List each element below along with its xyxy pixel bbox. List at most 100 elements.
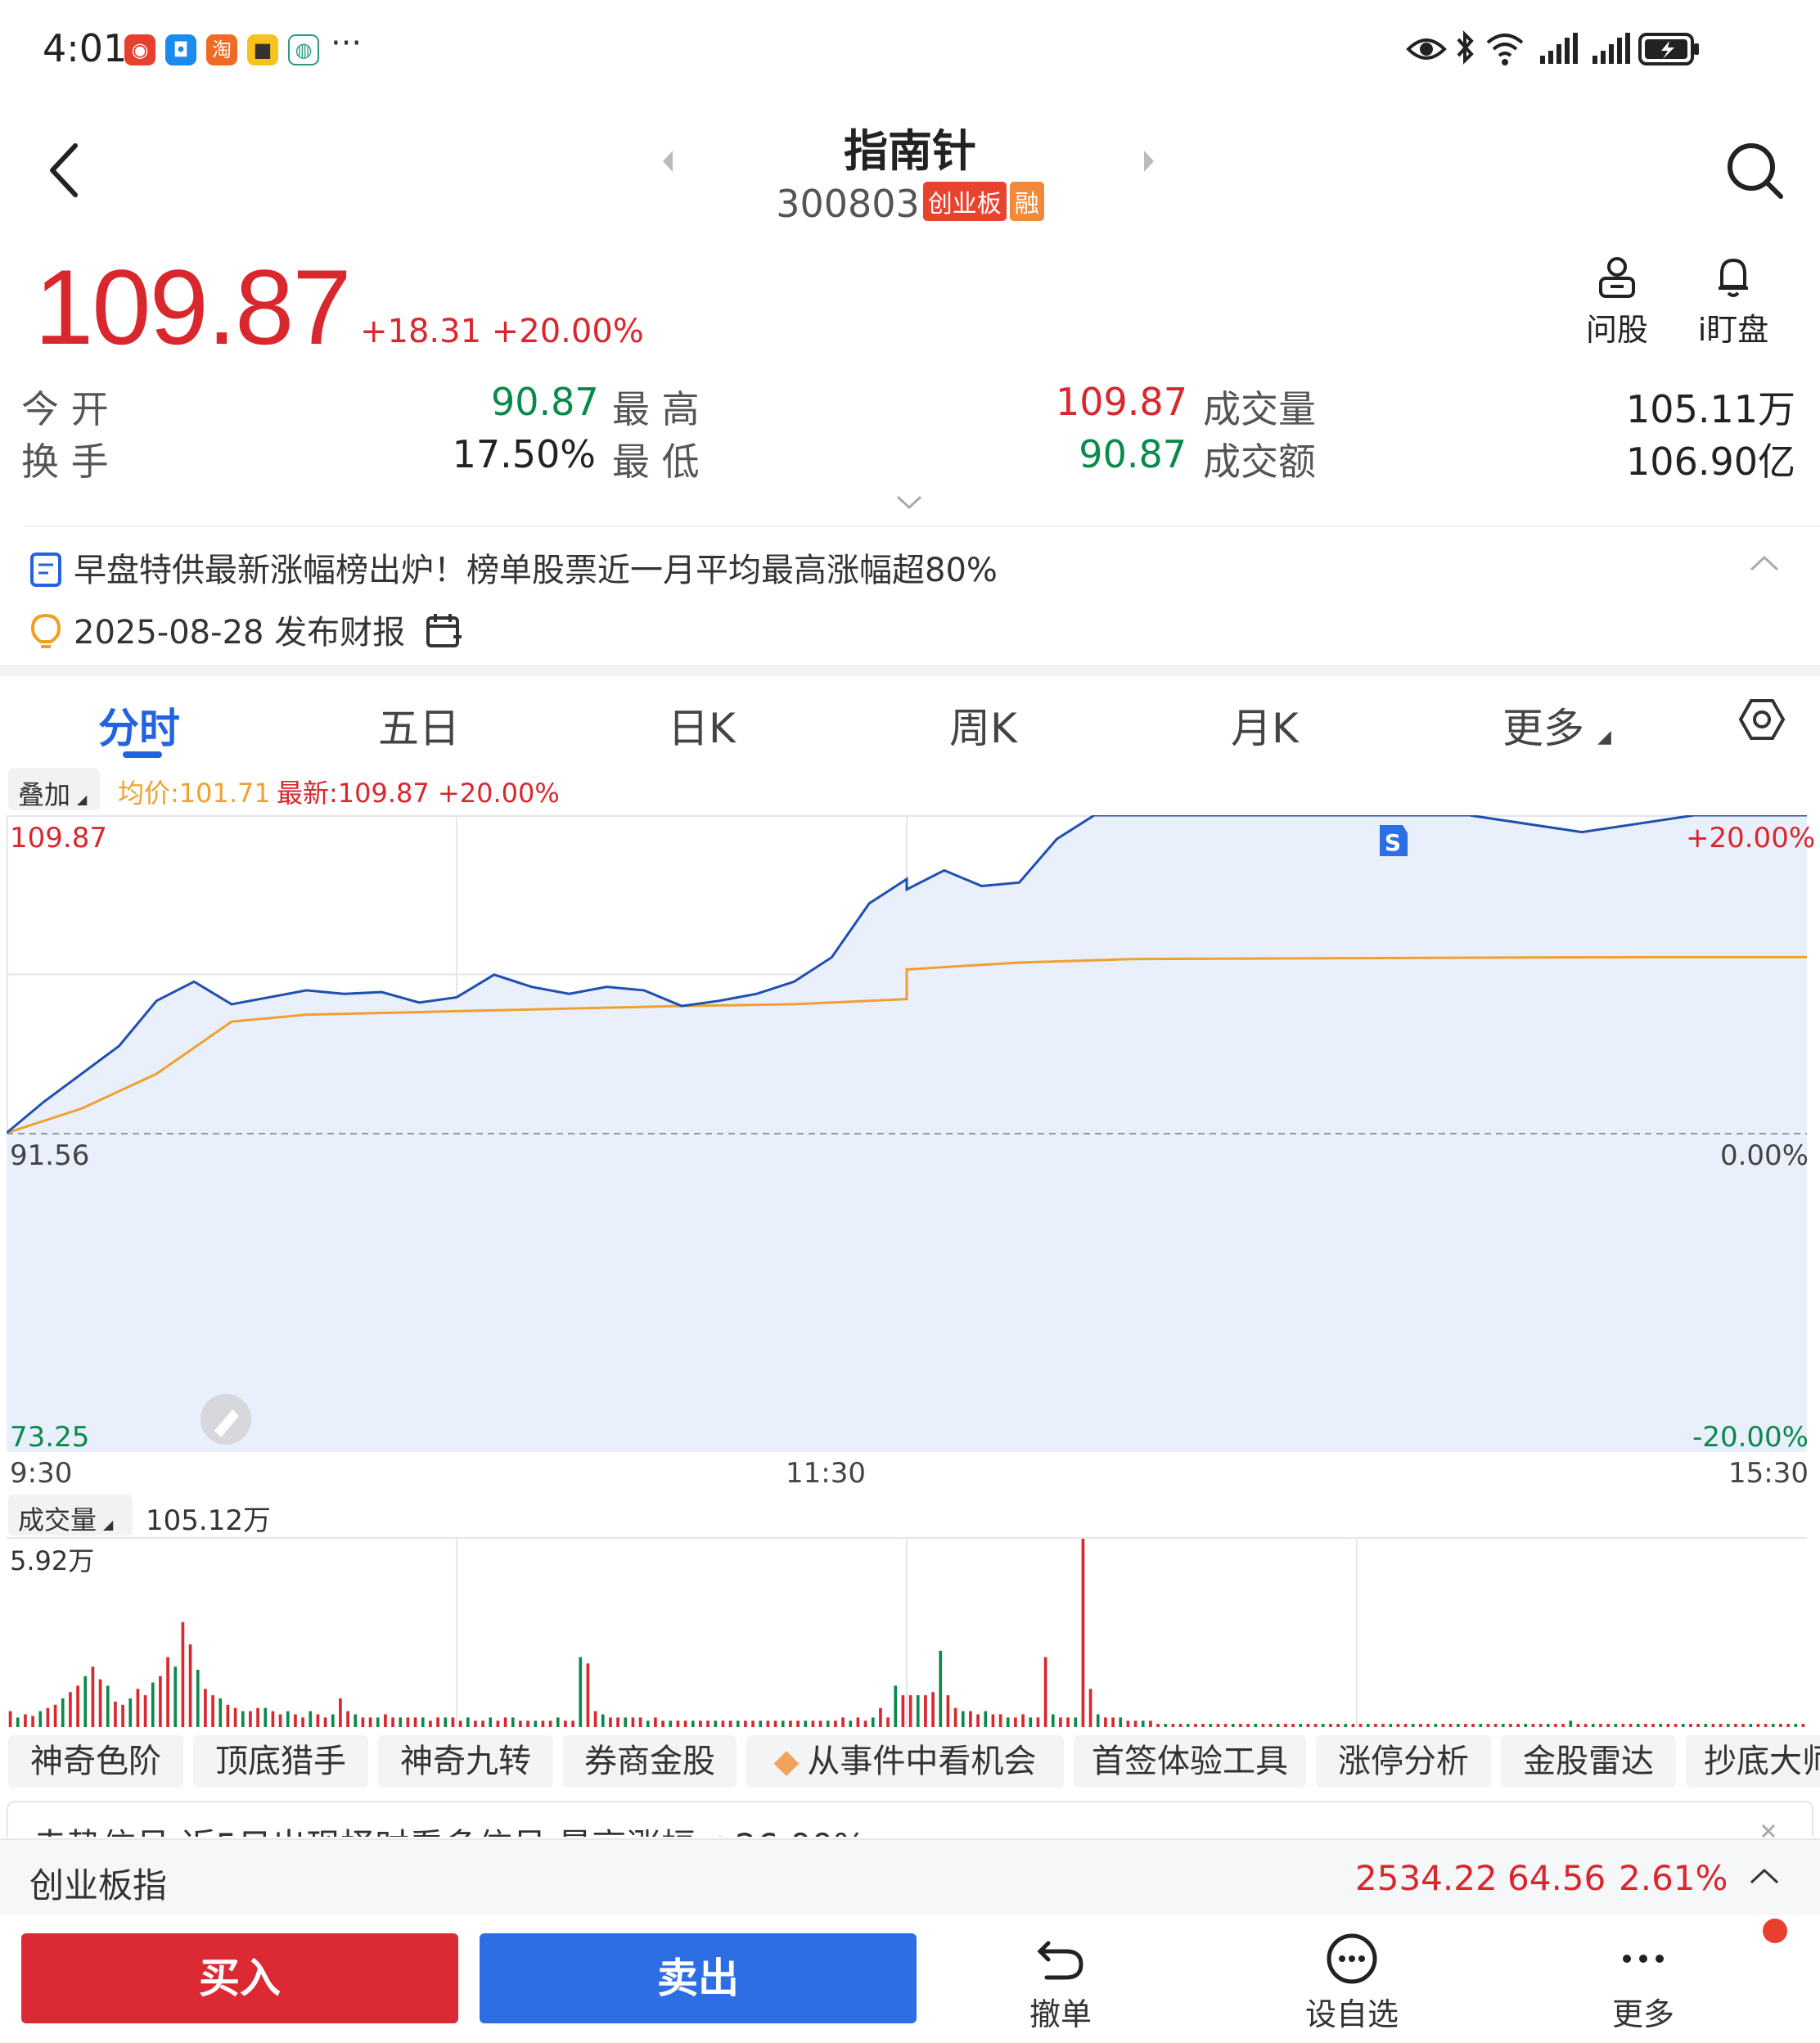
next-stock-arrow[interactable]	[1141, 149, 1157, 174]
volume-bar	[106, 1685, 110, 1727]
volume-bar	[256, 1707, 259, 1727]
more-actions-button[interactable]: 更多	[1578, 1932, 1709, 2034]
volume-bar	[1756, 1724, 1760, 1727]
search-icon[interactable]	[1722, 138, 1787, 203]
add-watchlist-button[interactable]: 设自选	[1286, 1932, 1417, 2034]
volume-bar	[264, 1707, 268, 1727]
volume-bar	[511, 1717, 515, 1727]
volume-bar	[1164, 1724, 1168, 1727]
volume-bar	[1119, 1717, 1123, 1727]
volume-bar	[1448, 1724, 1453, 1727]
draw-tool-icon[interactable]	[200, 1394, 251, 1445]
tool-gold-radar[interactable]: 金股雷达	[1501, 1735, 1676, 1788]
volume-bar	[1389, 1724, 1393, 1727]
volume-bar	[1329, 1724, 1332, 1727]
tool-broker-gold[interactable]: 券商金股	[563, 1735, 737, 1788]
volume-bar	[953, 1707, 957, 1727]
volume-bar	[83, 1675, 88, 1727]
volume-bar	[1074, 1717, 1078, 1727]
volume-bar	[998, 1714, 1002, 1727]
tab-daily-k[interactable]: 日K	[668, 696, 736, 755]
volume-bar	[98, 1679, 102, 1727]
volume-bar	[1239, 1724, 1242, 1727]
cancel-order-button[interactable]: 撤单	[995, 1932, 1126, 2034]
tab-weekly-k[interactable]: 周K	[949, 696, 1017, 755]
volume-bar	[1276, 1724, 1280, 1727]
tool-limit-up-analysis[interactable]: 涨停分析	[1316, 1735, 1491, 1788]
expand-index-chevron-icon[interactable]	[1748, 1866, 1781, 1886]
volume-bar	[579, 1657, 583, 1727]
trend-signal-banner[interactable]: 走势信号 近5日出现择时看多信号 最高涨幅 +26.00%	[7, 1801, 1813, 1837]
volume-bar	[1231, 1724, 1235, 1727]
tool-event-opportunity[interactable]: ◆ 从事件中看机会	[746, 1735, 1064, 1788]
volume-bar	[856, 1717, 860, 1727]
tab-five-day[interactable]: 五日	[378, 696, 460, 755]
volume-bar	[1801, 1724, 1805, 1727]
volume-bar	[16, 1717, 20, 1727]
tab-monthly-k[interactable]: 月K	[1231, 696, 1299, 755]
volume-bar	[1254, 1724, 1258, 1727]
volume-bar	[233, 1707, 237, 1727]
volume-bar	[1434, 1724, 1438, 1727]
volume-bar	[1209, 1724, 1213, 1727]
bell-icon	[1719, 258, 1748, 297]
tab-intraday[interactable]: 分时	[98, 696, 180, 755]
collapse-news-chevron-icon[interactable]	[1748, 553, 1781, 573]
index-change: 64.56	[1507, 1858, 1606, 1898]
status-time: 4:01	[43, 26, 128, 70]
time-end-label: 15:30	[1728, 1457, 1809, 1490]
tool-magic-color[interactable]: 神奇色阶	[8, 1735, 183, 1788]
index-pct: 2.61%	[1619, 1858, 1728, 1898]
index-value: 2534.22	[1355, 1858, 1498, 1898]
volume-chart[interactable]	[7, 1537, 1807, 1727]
volume-bar	[1029, 1717, 1033, 1727]
volume-bar	[1689, 1724, 1692, 1727]
tab-more[interactable]: 更多 ◢	[1502, 696, 1611, 755]
volume-bar	[1599, 1724, 1602, 1727]
high-value: 109.87	[1056, 380, 1187, 424]
volume-bar	[879, 1707, 882, 1727]
stock-name: 指南针	[844, 125, 976, 177]
volume-bar	[331, 1714, 335, 1727]
ask-stock-label: 问股	[1585, 312, 1648, 348]
volume-bar	[143, 1695, 147, 1727]
volume-bar	[593, 1711, 597, 1727]
cancel-order-label: 撤单	[1029, 1996, 1092, 2032]
volume-bar	[871, 1717, 875, 1727]
volume-bar	[1006, 1717, 1010, 1727]
latest-price-legend: 最新:109.87 +20.00%	[277, 778, 560, 809]
volume-bar	[286, 1711, 290, 1727]
overlay-button[interactable]: 叠加 ◢	[8, 768, 100, 810]
s-marker-label: S	[1385, 829, 1401, 856]
news-headline-row[interactable]: 早盘特供最新涨幅榜出炉！榜单股票近一月平均最高涨幅超80%	[29, 543, 998, 591]
shopping-app-icon: ■	[247, 34, 278, 65]
banner-close-icon[interactable]	[1759, 1822, 1777, 1840]
add-calendar-icon[interactable]	[426, 612, 463, 650]
volume-bar	[1726, 1724, 1730, 1727]
volume-bar	[31, 1716, 34, 1727]
volume-bar	[1344, 1724, 1348, 1727]
earnings-row[interactable]: 2025-08-28 发布财报	[29, 606, 463, 653]
volume-indicator-button[interactable]: 成交量 ◢	[8, 1495, 133, 1536]
chart-settings-gear-icon[interactable]	[1738, 696, 1786, 743]
tool-magic-nine[interactable]: 神奇九转	[378, 1735, 553, 1788]
volume-bar	[811, 1721, 815, 1727]
watch-button[interactable]: i盯盘	[1676, 254, 1791, 350]
tool-top-bottom-hunter[interactable]: 顶底猎手	[193, 1735, 368, 1788]
volume-bar	[661, 1721, 664, 1727]
tool-bottom-master[interactable]: 抄底大师	[1686, 1735, 1820, 1788]
volume-bar	[1186, 1724, 1190, 1727]
tool-first-sign[interactable]: 首签体验工具	[1074, 1735, 1306, 1788]
expand-stats-chevron-icon[interactable]	[895, 494, 923, 511]
notification-dot	[1763, 1919, 1787, 1943]
sell-button[interactable]: 卖出	[480, 1933, 917, 2023]
volume-triangle-icon: ◢	[103, 1517, 114, 1532]
s-marker[interactable]: S	[1380, 825, 1408, 856]
buy-button[interactable]: 买入	[21, 1933, 458, 2023]
ask-stock-button[interactable]: 问股	[1560, 254, 1674, 350]
intraday-price-chart[interactable]: S	[7, 815, 1807, 1452]
volume-bar	[669, 1721, 673, 1727]
volume-bar	[908, 1695, 912, 1727]
volume-bar	[114, 1701, 117, 1727]
diamond-icon: ◆	[773, 1743, 800, 1780]
